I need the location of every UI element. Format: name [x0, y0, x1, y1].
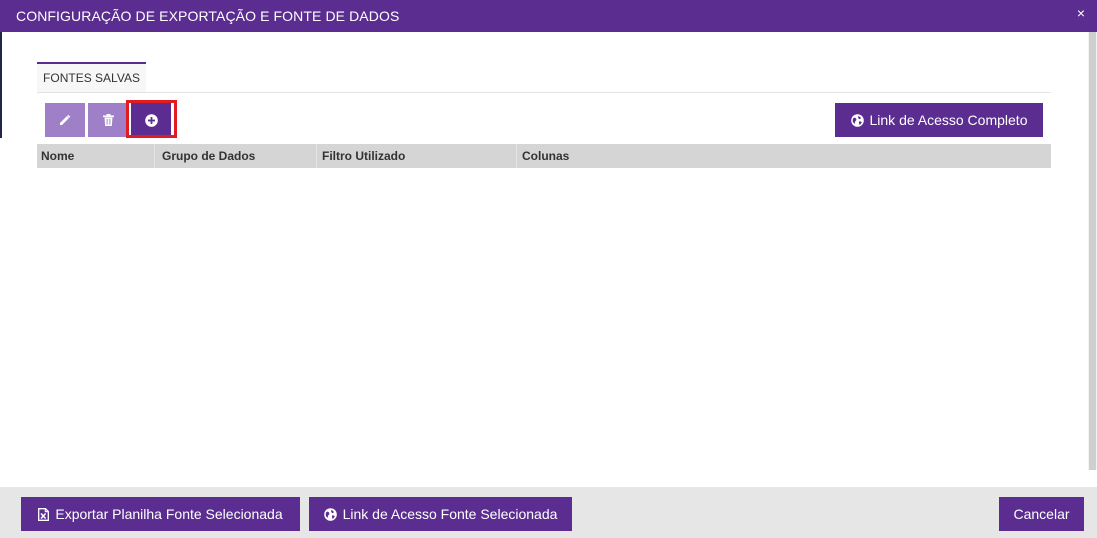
scrollbar-thumb[interactable]: [1089, 32, 1096, 470]
pencil-icon: [60, 114, 71, 125]
dialog-title: CONFIGURAÇÃO DE EXPORTAÇÃO E FONTE DE DA…: [16, 8, 400, 24]
tab-fontes-salvas[interactable]: FONTES SALVAS: [37, 62, 146, 92]
vertical-scrollbar[interactable]: [1088, 32, 1097, 470]
delete-button[interactable]: [88, 103, 128, 137]
column-header-filtro-utilizado[interactable]: Filtro Utilizado: [322, 149, 405, 163]
tab-underline: [37, 92, 1051, 93]
column-header-colunas[interactable]: Colunas: [522, 149, 569, 163]
export-selected-label: Exportar Planilha Fonte Selecionada: [55, 506, 283, 522]
column-header-grupo-de-dados[interactable]: Grupo de Dados: [162, 149, 255, 163]
full-access-link-label: Link de Acesso Completo: [869, 112, 1028, 128]
globe-icon: [850, 113, 864, 127]
spreadsheet-icon: [38, 507, 50, 521]
column-header-nome[interactable]: Nome: [41, 149, 74, 163]
table-header: Nome Grupo de Dados Filtro Utilizado Col…: [37, 144, 1051, 168]
selected-access-link-label: Link de Acesso Fonte Selecionada: [342, 506, 558, 522]
add-button-highlight: [126, 100, 177, 138]
full-access-link-button[interactable]: Link de Acesso Completo: [835, 103, 1043, 137]
column-divider: [516, 144, 517, 168]
trash-icon: [102, 114, 114, 126]
column-divider: [154, 144, 155, 168]
export-selected-button[interactable]: Exportar Planilha Fonte Selecionada: [21, 497, 300, 531]
close-icon[interactable]: ×: [1077, 5, 1085, 21]
column-divider: [316, 144, 317, 168]
globe-icon: [323, 507, 337, 521]
edit-button[interactable]: [45, 103, 85, 137]
export-config-dialog: CONFIGURAÇÃO DE EXPORTAÇÃO E FONTE DE DA…: [0, 0, 1097, 538]
cancel-button[interactable]: Cancelar: [999, 497, 1084, 531]
dialog-titlebar: CONFIGURAÇÃO DE EXPORTAÇÃO E FONTE DE DA…: [0, 0, 1097, 32]
background-edge: [0, 32, 2, 138]
selected-access-link-button[interactable]: Link de Acesso Fonte Selecionada: [309, 497, 572, 531]
dialog-footer: Exportar Planilha Fonte Selecionada Link…: [0, 487, 1097, 538]
